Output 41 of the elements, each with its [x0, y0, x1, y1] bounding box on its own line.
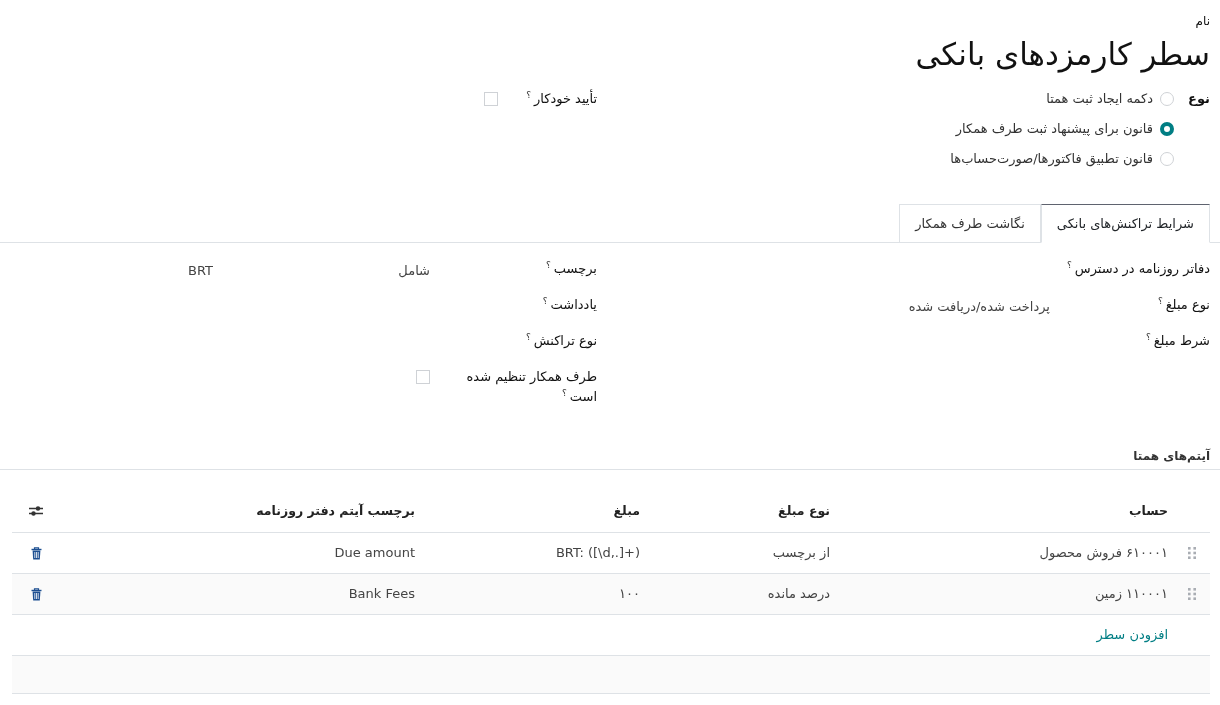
checkbox[interactable]	[484, 92, 498, 106]
section-title: آیتم‌های همتا	[1133, 447, 1210, 465]
table-cell: ۶۱۰۰۰۱ فروش محصول	[836, 532, 1174, 573]
drag-handle-icon[interactable]	[1188, 588, 1196, 601]
add-line-link[interactable]: افزودن سطر	[1096, 626, 1168, 642]
field-label: طرف همکار تنظیم شده است $^{؟}$	[465, 368, 597, 406]
table-cell: ۱۱۰۰۰۱ زمین	[836, 573, 1174, 614]
table-cell: Bank Fees	[60, 573, 421, 614]
field-label: نوع	[1187, 90, 1210, 108]
field-label: نوع تراکنش $^{؟}$	[525, 331, 597, 351]
sliders-icon[interactable]	[29, 505, 43, 518]
column-header[interactable]: مبلغ	[421, 491, 646, 532]
field-label: یادداشت $^{؟}$	[542, 295, 597, 314]
radio-label[interactable]: دکمه ایجاد ثبت همتا	[1046, 89, 1153, 109]
trash-icon[interactable]	[30, 546, 42, 560]
radio-button[interactable]	[1160, 122, 1174, 136]
column-header[interactable]: حساب	[836, 491, 1174, 532]
field-label: برچسب $^{؟}$	[546, 259, 597, 278]
table-cell: BRT: ([\d,.]+)	[421, 532, 646, 573]
field-label: شرط مبلغ $^{؟}$	[1145, 331, 1210, 350]
table-cell: Due amount	[60, 532, 421, 573]
field-value[interactable]: پرداخت شده/دریافت شده	[908, 297, 1050, 317]
table-cell: ۱۰۰	[421, 573, 646, 614]
field-label: تأیید خودکار $^{؟}$	[526, 88, 597, 109]
radio-label[interactable]: قانون تطبیق فاکتورها/صورت‌حساب‌ها	[950, 149, 1153, 169]
drag-handle-icon[interactable]	[1188, 547, 1196, 560]
field-label: نوع مبلغ $^{؟}$	[1157, 295, 1210, 315]
field-value[interactable]: BRT	[188, 261, 213, 281]
radio-label[interactable]: قانون برای پیشنهاد ثبت طرف همکار	[955, 119, 1153, 139]
operator-value[interactable]: شامل	[213, 261, 430, 281]
table-cell: درصد مانده	[646, 573, 836, 614]
trash-icon[interactable]	[30, 587, 42, 601]
column-header[interactable]: نوع مبلغ	[646, 491, 836, 532]
column-header[interactable]: برچسب آیتم دفتر روزنامه	[60, 491, 421, 532]
checkbox[interactable]	[416, 370, 430, 384]
tab[interactable]: شرایط تراکنش‌های بانکی	[1040, 204, 1210, 243]
record-title[interactable]: سطر کارمزدهای بانکی	[915, 32, 1210, 76]
table-cell: از برچسب	[646, 532, 836, 573]
field-label: نام	[1195, 13, 1210, 30]
tab[interactable]: نگاشت طرف همکار	[899, 204, 1041, 243]
field-label: دفاتر روزنامه در دسترس $^{؟}$	[1067, 259, 1210, 279]
